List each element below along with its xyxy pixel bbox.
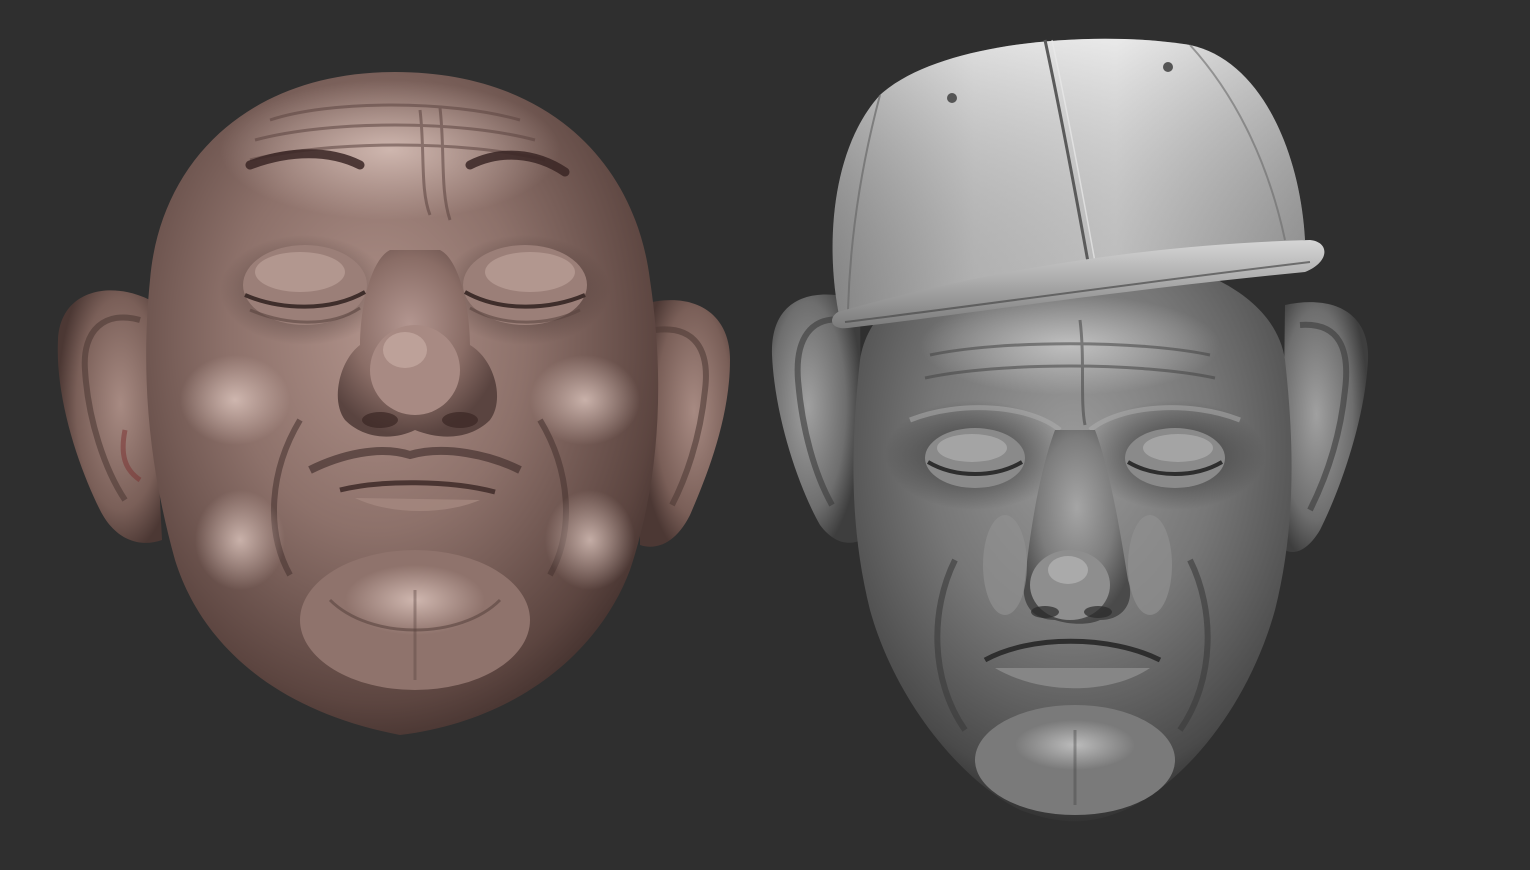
clay-left-ear <box>57 290 162 543</box>
gray-left-ear <box>771 294 862 543</box>
clay-left-eye <box>243 245 367 325</box>
cap-eyelet-right <box>1163 62 1173 72</box>
gray-right-cheek <box>1128 515 1172 615</box>
scene-canvas <box>57 38 1369 822</box>
clay-chin <box>300 550 530 690</box>
head-gray-model[interactable] <box>771 38 1369 822</box>
gray-left-eye <box>925 428 1025 488</box>
gray-chin <box>975 705 1175 815</box>
head-clay-model[interactable] <box>57 72 730 735</box>
gray-right-ear <box>1282 302 1369 553</box>
gray-right-eye <box>1125 428 1225 488</box>
cap-eyelet-left <box>947 93 957 103</box>
clay-right-jowl <box>545 490 635 590</box>
gray-left-cheek <box>983 515 1027 615</box>
baseball-cap <box>832 38 1325 329</box>
clay-right-eye <box>463 245 587 325</box>
sculpt-viewport[interactable] <box>0 0 1530 870</box>
clay-forehead-highlight <box>220 80 560 220</box>
clay-left-jowl <box>195 490 285 590</box>
clay-left-cheek <box>180 355 290 445</box>
